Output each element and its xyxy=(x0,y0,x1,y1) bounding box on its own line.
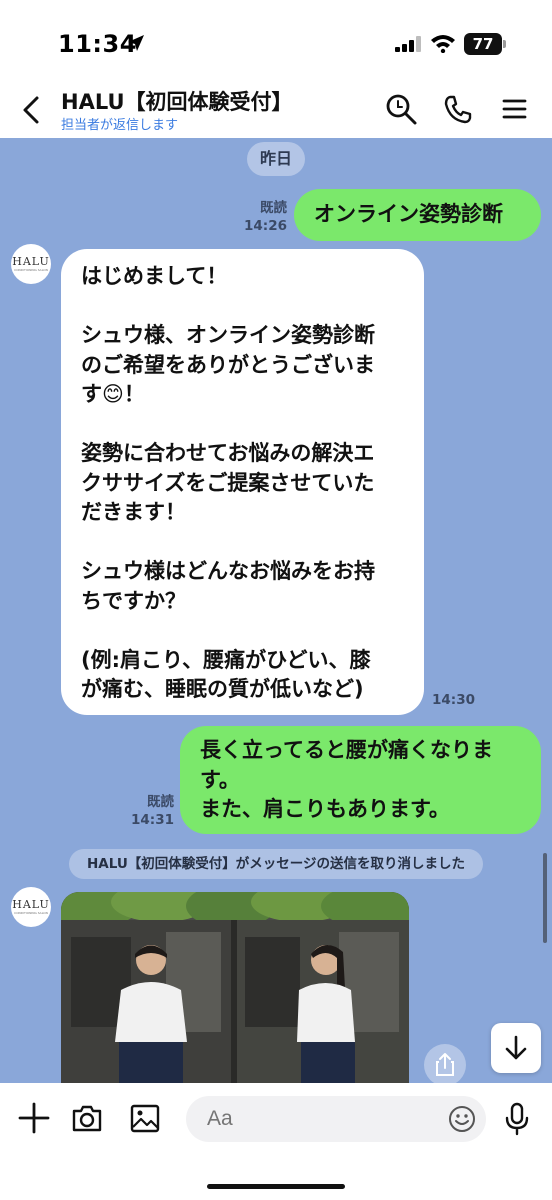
read-receipt: 既読 xyxy=(260,200,287,216)
message-meta: 既読 14:26 xyxy=(240,199,287,235)
mic-icon[interactable] xyxy=(502,1101,532,1137)
avatar-logo-subtext: CONDITIONING SALON xyxy=(14,911,48,915)
wifi-icon xyxy=(431,35,455,53)
message-bubble-outgoing[interactable]: 長く立ってると腰が痛くなりま す。 また、肩こりもあります。 xyxy=(180,726,541,834)
emoji-icon[interactable] xyxy=(447,1104,477,1134)
location-arrow-icon xyxy=(128,35,144,51)
signal-icon xyxy=(395,36,421,52)
avatar[interactable]: HALU CONDITIONING SALON xyxy=(11,244,51,284)
search-icon[interactable] xyxy=(384,92,418,126)
photo-image xyxy=(61,892,409,1083)
message-time: 14:31 xyxy=(131,812,174,828)
share-button[interactable] xyxy=(424,1044,466,1083)
read-receipt: 既読 xyxy=(147,794,174,810)
message-bubble-outgoing[interactable]: オンライン姿勢診断 xyxy=(294,189,541,241)
home-indicator xyxy=(207,1184,345,1189)
message-time: 14:26 xyxy=(244,218,287,234)
input-bar xyxy=(0,1083,552,1200)
chat-subtitle: 担当者が返信します xyxy=(61,118,179,133)
avatar-logo: HALU xyxy=(12,898,50,911)
avatar-logo-subtext: CONDITIONING SALON xyxy=(14,268,48,272)
scrollbar[interactable] xyxy=(543,853,547,943)
back-chevron-icon[interactable] xyxy=(16,92,48,128)
avatar[interactable]: HALU CONDITIONING SALON xyxy=(11,887,51,927)
message-bubble-incoming[interactable]: はじめまして！ シュウ様、オンライン姿勢診断 のご希望をありがとうございま す😊… xyxy=(61,249,424,715)
chat-header: HALU【初回体験受付】 担当者が返信します xyxy=(0,80,552,138)
date-separator: 昨日 xyxy=(247,142,305,176)
chat-area[interactable]: 昨日 既読 14:26 オンライン姿勢診断 HALU CONDITIONING … xyxy=(0,138,552,1083)
status-bar: 11:34 77 xyxy=(0,0,552,80)
plus-icon[interactable] xyxy=(17,1101,51,1135)
message-input[interactable] xyxy=(186,1096,486,1142)
message-time: 14:30 xyxy=(432,692,475,708)
system-notice: HALU【初回体験受付】がメッセージの送信を取り消しました xyxy=(69,849,483,879)
photo-message[interactable] xyxy=(61,892,409,1083)
arrow-down-icon xyxy=(505,1035,527,1060)
battery-nub xyxy=(503,40,506,48)
chat-title[interactable]: HALU【初回体験受付】 xyxy=(61,86,293,116)
image-icon[interactable] xyxy=(128,1101,162,1135)
avatar-logo: HALU xyxy=(12,255,50,268)
menu-icon[interactable] xyxy=(497,92,531,126)
camera-icon[interactable] xyxy=(70,1101,104,1135)
scroll-to-bottom-button[interactable] xyxy=(491,1023,541,1073)
battery-indicator: 77 xyxy=(464,33,502,55)
share-icon xyxy=(436,1053,454,1076)
phone-icon[interactable] xyxy=(441,92,475,126)
message-meta: 既読 14:31 xyxy=(127,793,174,829)
